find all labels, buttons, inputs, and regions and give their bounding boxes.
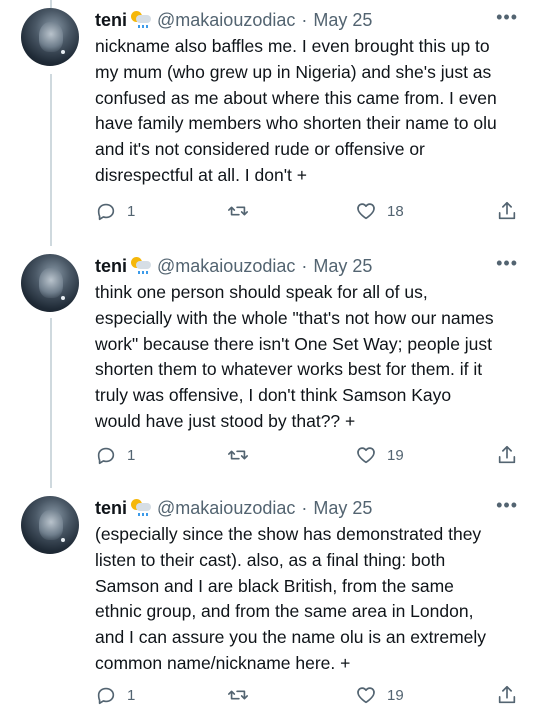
reply-icon [97, 203, 115, 221]
retweet-icon [228, 450, 248, 460]
more-options-icon[interactable]: ••• [496, 8, 518, 26]
tweet-actions: 1 19 [95, 444, 520, 468]
heart-icon [357, 203, 375, 220]
separator: · [301, 255, 308, 276]
reply-button[interactable]: 1 [95, 200, 135, 222]
tweet-text-line: listen to their cast). also, as a final … [95, 549, 446, 570]
retweet-button[interactable] [227, 684, 259, 706]
user-handle[interactable]: @makaiouzodiac [157, 498, 295, 519]
tweet-text-line: would have just stood by that?? + [95, 410, 356, 431]
reply-button[interactable]: 1 [95, 684, 135, 706]
reply-count: 1 [127, 202, 136, 220]
retweet-button[interactable] [227, 200, 259, 222]
avatar[interactable] [21, 254, 79, 312]
user-handle[interactable]: @makaiouzodiac [157, 256, 295, 277]
reply-button[interactable]: 1 [95, 444, 135, 466]
tweet-text: (especially since the show has demonstra… [95, 522, 515, 677]
avatar[interactable] [21, 8, 79, 66]
heart-icon [357, 687, 375, 704]
heart-icon [357, 447, 375, 464]
tweet-text-line: confused as me about where this came fro… [95, 87, 497, 108]
share-button[interactable] [496, 200, 518, 222]
tweet-text-line: (especially since the show has demonstra… [95, 524, 482, 544]
tweet-text-line: my mum (who grew up in Nigeria) and she'… [95, 61, 492, 82]
separator: · [301, 497, 308, 518]
tweet-text-line: work" because there isn't One Set Way; p… [95, 333, 493, 354]
retweet-icon [228, 690, 248, 700]
more-options-icon[interactable]: ••• [496, 496, 518, 514]
sun-behind-rain-cloud-emoji-icon [131, 498, 153, 518]
tweet-header: teni @makaiouzodiac · May 25 [95, 254, 372, 278]
sun-behind-rain-cloud-emoji-icon [131, 256, 153, 276]
user-handle[interactable]: @makaiouzodiac [157, 10, 295, 31]
reply-count: 1 [127, 686, 136, 704]
like-count: 19 [387, 686, 404, 704]
reply-icon [97, 447, 115, 465]
like-button[interactable]: 19 [355, 684, 404, 706]
reply-count: 1 [127, 446, 136, 464]
tweet-text: think one person should speak for all of… [95, 280, 515, 435]
like-count: 19 [387, 446, 404, 464]
tweet-text-line: shorten them to whatever works best for … [95, 359, 483, 380]
tweet-text-line: disrespectful at all. I don't + [95, 164, 307, 185]
tweet-text: nickname also baffles me. I even brought… [95, 34, 515, 189]
tweet[interactable]: teni @makaiouzodiac · May 25 ••• think o… [0, 246, 540, 482]
retweet-button[interactable] [227, 444, 259, 466]
avatar[interactable] [21, 496, 79, 554]
retweet-icon [228, 206, 248, 216]
like-button[interactable]: 18 [355, 200, 404, 222]
share-button[interactable] [496, 684, 518, 706]
display-name[interactable]: teni [95, 498, 127, 519]
tweet[interactable]: teni @makaiouzodiac · May 25 ••• nicknam… [0, 0, 540, 236]
tweet-text-line: especially with the whole "that's not ho… [95, 307, 494, 328]
tweet-header: teni @makaiouzodiac · May 25 [95, 8, 372, 32]
sun-behind-rain-cloud-emoji-icon [131, 10, 153, 30]
share-icon [498, 445, 516, 464]
tweet-text-line: ethnic group, and from the same area in … [95, 601, 474, 622]
display-name[interactable]: teni [95, 10, 127, 31]
tweet-text-line: Samson and I are black British, from the… [95, 575, 454, 596]
separator: · [301, 9, 308, 30]
tweet-text-line: think one person should speak for all of… [95, 282, 428, 302]
tweet-header: teni @makaiouzodiac · May 25 [95, 496, 372, 520]
tweet-text-line: have family members who shorten their na… [95, 113, 497, 134]
tweet-date[interactable]: May 25 [313, 498, 372, 519]
like-button[interactable]: 19 [355, 444, 404, 466]
reply-icon [97, 687, 115, 705]
more-options-icon[interactable]: ••• [496, 254, 518, 272]
tweet[interactable]: teni @makaiouzodiac · May 25 ••• (especi… [0, 488, 540, 711]
like-count: 18 [387, 202, 404, 220]
share-icon [498, 201, 516, 220]
display-name[interactable]: teni [95, 256, 127, 277]
tweet-actions: 1 19 [95, 684, 520, 708]
tweet-text-line: and I can assure you the name olu is an … [95, 627, 487, 648]
tweet-date[interactable]: May 25 [313, 10, 372, 31]
tweet-date[interactable]: May 25 [313, 256, 372, 277]
tweet-text-line: truly was offensive, I don't think Samso… [95, 385, 452, 406]
tweet-text-line: common name/nickname here. + [95, 652, 351, 673]
tweet-text-line: and it's not considered rude or offensiv… [95, 139, 425, 160]
tweet-actions: 1 18 [95, 200, 520, 224]
share-button[interactable] [496, 444, 518, 466]
share-icon [498, 685, 516, 704]
tweet-text-line: nickname also baffles me. I even brought… [95, 36, 490, 56]
